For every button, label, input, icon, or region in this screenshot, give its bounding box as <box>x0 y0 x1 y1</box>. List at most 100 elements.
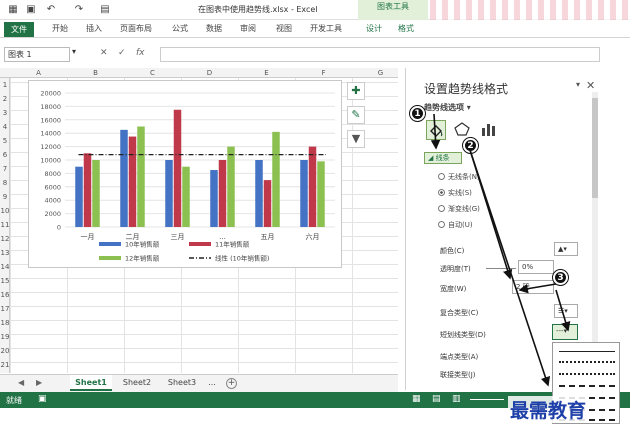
undo-icon[interactable]: ↶ <box>44 3 58 17</box>
chart-elements-button[interactable]: ✚ <box>347 82 365 100</box>
insert-function-button[interactable]: fx <box>136 48 145 58</box>
row-header[interactable]: 2 <box>0 95 10 103</box>
row-header[interactable]: 16 <box>0 291 10 299</box>
quick-print-icon[interactable]: ▤ <box>98 3 112 17</box>
y-tick-label: 2000 <box>44 210 61 218</box>
page-layout-view-icon[interactable]: ▤ <box>432 394 441 404</box>
pane-scrollbar-thumb[interactable] <box>592 98 598 198</box>
formula-input[interactable] <box>160 47 600 62</box>
transparency-slider[interactable] <box>486 268 516 269</box>
page-break-view-icon[interactable]: ▥ <box>452 394 461 404</box>
column-header[interactable]: A <box>10 69 67 77</box>
pentagon-icon <box>454 122 470 136</box>
row-header[interactable]: 1 <box>0 81 10 89</box>
row-header[interactable]: 11 <box>0 221 10 229</box>
tab-file[interactable]: 文件 <box>4 22 34 37</box>
y-tick-label: 6000 <box>44 183 61 191</box>
radio-gradient-line[interactable]: 渐变线(G) <box>438 204 480 214</box>
sheet-tab-3[interactable]: Sheet3 <box>162 375 202 391</box>
row-header[interactable]: 20 <box>0 347 10 355</box>
chart-filter-button[interactable]: ▼ <box>347 130 365 148</box>
compound-type-label: 复合类型(C) <box>440 309 479 317</box>
bar <box>165 160 173 227</box>
column-header[interactable]: B <box>67 69 124 77</box>
dash-option-round-dot[interactable] <box>559 361 615 363</box>
fill-line-tab-icon[interactable] <box>426 120 446 140</box>
name-box[interactable]: 图表 1 <box>4 47 70 62</box>
tab-format[interactable]: 格式 <box>398 23 414 34</box>
tab-design[interactable]: 设计 <box>366 23 382 34</box>
row-header[interactable]: 18 <box>0 319 10 327</box>
macro-record-icon[interactable]: ▣ <box>38 394 47 404</box>
title-bar: ▦ ▣ ↶ ↷ ▤ 在图表中使用趋势线.xlsx - Excel 图表工具 <box>0 0 630 20</box>
column-header[interactable]: E <box>238 69 295 77</box>
legend-swatch <box>189 242 211 246</box>
row-header[interactable]: 17 <box>0 305 10 313</box>
tab-formulas[interactable]: 公式 <box>172 23 188 34</box>
save-icon[interactable]: ▣ <box>24 3 38 17</box>
row-header[interactable]: 4 <box>0 123 10 131</box>
cap-type-label: 端点类型(A) <box>440 353 479 361</box>
row-header[interactable]: 13 <box>0 249 10 257</box>
radio-no-line[interactable]: 无线条(N) <box>438 172 480 182</box>
row-header[interactable]: 9 <box>0 193 10 201</box>
radio-label: 无线条(N) <box>448 173 480 181</box>
compound-type-dropdown[interactable]: ☰▾ <box>554 304 578 318</box>
dash-option-square-dot[interactable] <box>559 373 615 375</box>
sheet-tab-2[interactable]: Sheet2 <box>116 375 158 391</box>
dash-option-dash[interactable] <box>559 385 615 387</box>
radio-automatic[interactable]: 自动(U) <box>438 220 473 230</box>
add-sheet-icon[interactable]: + <box>226 378 237 389</box>
chevron-down-icon[interactable]: ▾ <box>72 47 76 56</box>
tab-data[interactable]: 数据 <box>206 23 222 34</box>
bar <box>137 126 145 227</box>
row-header[interactable]: 15 <box>0 277 10 285</box>
sheet-tab-1[interactable]: Sheet1 <box>70 375 112 391</box>
tab-home[interactable]: 开始 <box>52 23 68 34</box>
column-header[interactable]: D <box>181 69 238 77</box>
pane-menu-chevron-icon[interactable]: ▾ <box>576 80 580 89</box>
cancel-icon[interactable]: ✕ <box>100 48 108 58</box>
row-header[interactable]: 10 <box>0 207 10 215</box>
radio-solid-line[interactable]: 实线(S) <box>438 188 472 198</box>
effects-tab-icon[interactable] <box>452 120 472 140</box>
chart-styles-button[interactable]: ✎ <box>347 106 365 124</box>
column-chart[interactable]: 0 2000 4000 6000 8000 10000 12000 14000 16000 180… <box>28 80 342 268</box>
row-header[interactable]: 7 <box>0 165 10 173</box>
redo-icon[interactable]: ↷ <box>72 3 86 17</box>
trendline-options-dropdown[interactable]: 趋势线选项 ▾ <box>424 102 471 113</box>
outline-color-button[interactable]: ▲▾ <box>554 242 578 256</box>
dash-type-dropdown[interactable]: ---▾ <box>552 324 578 340</box>
tab-developer[interactable]: 开发工具 <box>310 23 342 34</box>
scroll-left-icon[interactable]: ◀ <box>18 378 24 387</box>
normal-view-icon[interactable]: ▦ <box>412 394 421 404</box>
row-header[interactable]: 14 <box>0 263 10 271</box>
close-icon[interactable]: ✕ <box>586 79 595 92</box>
tab-view[interactable]: 视图 <box>276 23 292 34</box>
zoom-slider[interactable] <box>470 399 504 400</box>
tab-insert[interactable]: 插入 <box>86 23 102 34</box>
join-type-label: 联接类型(J) <box>440 371 476 379</box>
column-header[interactable]: C <box>124 69 181 77</box>
scroll-right-icon[interactable]: ▶ <box>36 378 42 387</box>
row-header[interactable]: 5 <box>0 137 10 145</box>
sheet-tab-more[interactable]: ... <box>204 375 220 391</box>
transparency-input[interactable]: 0% <box>518 260 554 274</box>
row-header[interactable]: 6 <box>0 151 10 159</box>
tab-review[interactable]: 审阅 <box>240 23 256 34</box>
column-header[interactable]: F <box>295 69 352 77</box>
tab-page-layout[interactable]: 页面布局 <box>120 23 152 34</box>
line-section-toggle[interactable]: ◢ 线条 <box>424 152 462 164</box>
dash-option-solid[interactable] <box>559 351 615 352</box>
trendline-options-tab-icon[interactable] <box>478 120 498 140</box>
row-header[interactable]: 3 <box>0 109 10 117</box>
chart-tools-label: 图表工具 <box>358 0 428 20</box>
row-header[interactable]: 12 <box>0 235 10 243</box>
row-header[interactable]: 8 <box>0 179 10 187</box>
row-header[interactable]: 21 <box>0 361 10 369</box>
row-header[interactable]: 19 <box>0 333 10 341</box>
width-input[interactable]: 2 磅 <box>512 280 554 294</box>
confirm-icon[interactable]: ✓ <box>118 48 126 58</box>
column-header[interactable]: G <box>352 69 398 77</box>
line-section-label: 线条 <box>435 154 450 162</box>
